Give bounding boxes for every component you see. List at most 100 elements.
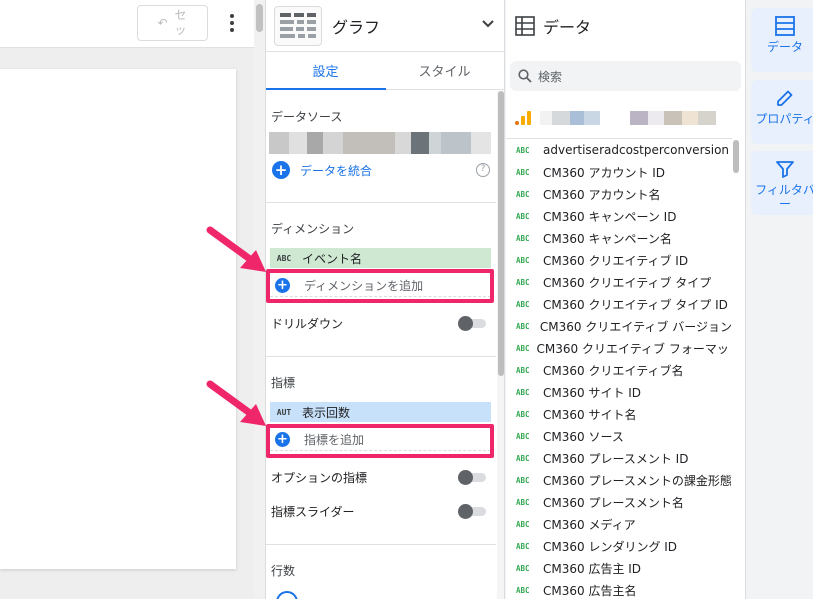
field-item[interactable]: ABC CM360 クリエイティブ タイプ ID (506, 293, 732, 315)
field-item[interactable]: ABC CM360 サイト ID (506, 381, 732, 403)
field-item[interactable]: ABC CM360 クリエイティブ ID (506, 249, 732, 271)
field-name: CM360 クリエイティブ タイプ ID (543, 297, 728, 312)
optional-metrics-toggle[interactable] (458, 470, 486, 485)
field-name: CM360 サイト ID (543, 385, 642, 400)
field-name: CM360 レンダリング ID (543, 539, 678, 554)
optional-metrics-label: オプションの指標 (271, 470, 368, 485)
more-options-icon[interactable] (222, 12, 242, 34)
field-name: CM360 メディア (543, 517, 636, 532)
text-type-tag: ABC (516, 409, 530, 419)
field-item[interactable]: ABC CM360 クリエイティブ フォーマット (506, 337, 732, 359)
optional-metrics-row[interactable]: オプションの指標 (271, 467, 486, 487)
add-icon: + (272, 161, 290, 179)
settings-scrollbar[interactable] (497, 91, 504, 599)
data-source-name[interactable] (269, 132, 491, 154)
text-type-tag: ABC (516, 167, 530, 177)
chart-settings-panel: グラフ 設定 スタイル データソース + データを統合 ? ディメンション AB… (265, 0, 505, 599)
help-icon[interactable]: ? (476, 163, 490, 177)
field-item[interactable]: ABC CM360 サイト名 (506, 403, 732, 425)
canvas-scrollbar[interactable] (254, 0, 265, 599)
dimension-chip[interactable]: ABC イベント名 (270, 248, 491, 268)
field-item[interactable]: ABC CM360 クリエイティブ バージョン (506, 315, 732, 337)
pencil-icon (777, 90, 793, 106)
data-source-row[interactable] (514, 108, 740, 128)
rail-properties-label: プロパティ (755, 112, 813, 126)
field-name: CM360 キャンペーン ID (543, 209, 677, 224)
report-page[interactable] (0, 69, 236, 569)
field-item[interactable]: ABC CM360 メディア (506, 513, 732, 535)
field-item[interactable]: ABC CM360 広告主名 (506, 579, 732, 599)
blend-data-label: データを統合 (300, 163, 373, 178)
table-icon (515, 16, 535, 36)
rows-title: 行数 (271, 564, 296, 578)
drilldown-row[interactable]: ドリルダウン (271, 313, 486, 333)
data-panel-title: データ (543, 18, 592, 37)
field-item[interactable]: ABC CM360 プレースメントの課金形態 (506, 469, 732, 491)
field-item[interactable]: ABC CM360 プレースメント名 (506, 491, 732, 513)
rail-filter-button[interactable]: フィルタバー (751, 151, 813, 215)
field-item[interactable]: ABC CM360 キャンペーン ID (506, 205, 732, 227)
metric-slider-row[interactable]: 指標スライダー (271, 501, 486, 521)
data-source-title: データソース (271, 110, 343, 124)
field-name: CM360 クリエイティブ名 (543, 363, 684, 378)
metric-slider-toggle[interactable] (458, 504, 486, 519)
pointer-arrow-icon (206, 226, 266, 272)
highlight-box (266, 424, 494, 458)
drilldown-label: ドリルダウン (271, 316, 344, 331)
text-type-tag: ABC (516, 365, 530, 375)
metric-chip[interactable]: AUT 表示回数 (270, 402, 491, 422)
field-item[interactable]: ABC CM360 広告主 ID (506, 557, 732, 579)
filter-icon (776, 161, 794, 178)
field-search-input[interactable]: 検索 (510, 61, 741, 91)
dimension-title: ディメンション (271, 222, 355, 236)
field-item[interactable]: ABC advertiseradcostperconversion (506, 139, 732, 161)
field-name: CM360 キャンペーン名 (543, 231, 672, 246)
field-name: CM360 アカウント名 (543, 187, 661, 202)
text-type-tag: ABC (516, 497, 530, 507)
blend-data-button[interactable]: + データを統合 (272, 161, 372, 179)
field-item[interactable]: ABC CM360 ソース (506, 425, 732, 447)
field-name: CM360 クリエイティブ バージョン (539, 319, 732, 334)
table-icon (775, 16, 795, 36)
rail-filter-label: フィルタバー (755, 183, 813, 211)
text-type-tag: ABC (516, 189, 530, 199)
report-canvas: ↶ セッ (0, 0, 265, 599)
field-item[interactable]: ABC CM360 キャンペーン名 (506, 227, 732, 249)
rows-radio-icon[interactable] (276, 591, 298, 599)
right-rail: データ プロパティ フィルタバー (745, 0, 813, 599)
field-list-scrollbar[interactable] (732, 138, 740, 599)
rail-data-button[interactable]: データ (751, 8, 813, 72)
rail-properties-button[interactable]: プロパティ (751, 80, 813, 144)
field-item[interactable]: ABC CM360 クリエイティブ タイプ (506, 271, 732, 293)
drilldown-toggle[interactable] (458, 316, 486, 331)
undo-icon: ↶ (157, 16, 168, 30)
reset-button-label: セッ (174, 8, 187, 37)
dimension-chip-label: イベント名 (302, 251, 363, 266)
text-type-tag: ABC (516, 299, 530, 309)
field-name: CM360 プレースメントの課金形態 (543, 473, 732, 488)
metric-slider-label: 指標スライダー (271, 504, 355, 519)
metric-chip-label: 表示回数 (302, 405, 351, 420)
field-item[interactable]: ABC CM360 プレースメント ID (506, 447, 732, 469)
text-type-tag: ABC (516, 387, 530, 397)
field-item[interactable]: ABC CM360 アカウント ID (506, 161, 732, 183)
field-name: CM360 クリエイティブ ID (543, 253, 689, 268)
search-icon (518, 69, 532, 83)
field-name: CM360 クリエイティブ タイプ (543, 275, 712, 290)
field-name: advertiseradcostperconversion (543, 143, 730, 157)
text-type-tag: ABC (516, 475, 530, 485)
text-type-tag: ABC (516, 321, 530, 331)
reset-button[interactable]: ↶ セッ (137, 5, 208, 41)
text-type-tag: ABC (516, 211, 530, 221)
search-placeholder: 検索 (538, 69, 563, 84)
field-name: CM360 プレースメント名 (543, 495, 684, 510)
field-item[interactable]: ABC CM360 アカウント名 (506, 183, 732, 205)
field-item[interactable]: ABC CM360 クリエイティブ名 (506, 359, 732, 381)
field-item[interactable]: ABC CM360 レンダリング ID (506, 535, 732, 557)
field-name: CM360 プレースメント ID (543, 451, 689, 466)
text-type-tag: ABC (516, 585, 530, 595)
analytics-icon (515, 111, 531, 125)
divider (266, 356, 496, 357)
divider (266, 202, 496, 203)
data-panel: データ 検索 ABC advertiseradcostperconversion A… (506, 0, 745, 599)
